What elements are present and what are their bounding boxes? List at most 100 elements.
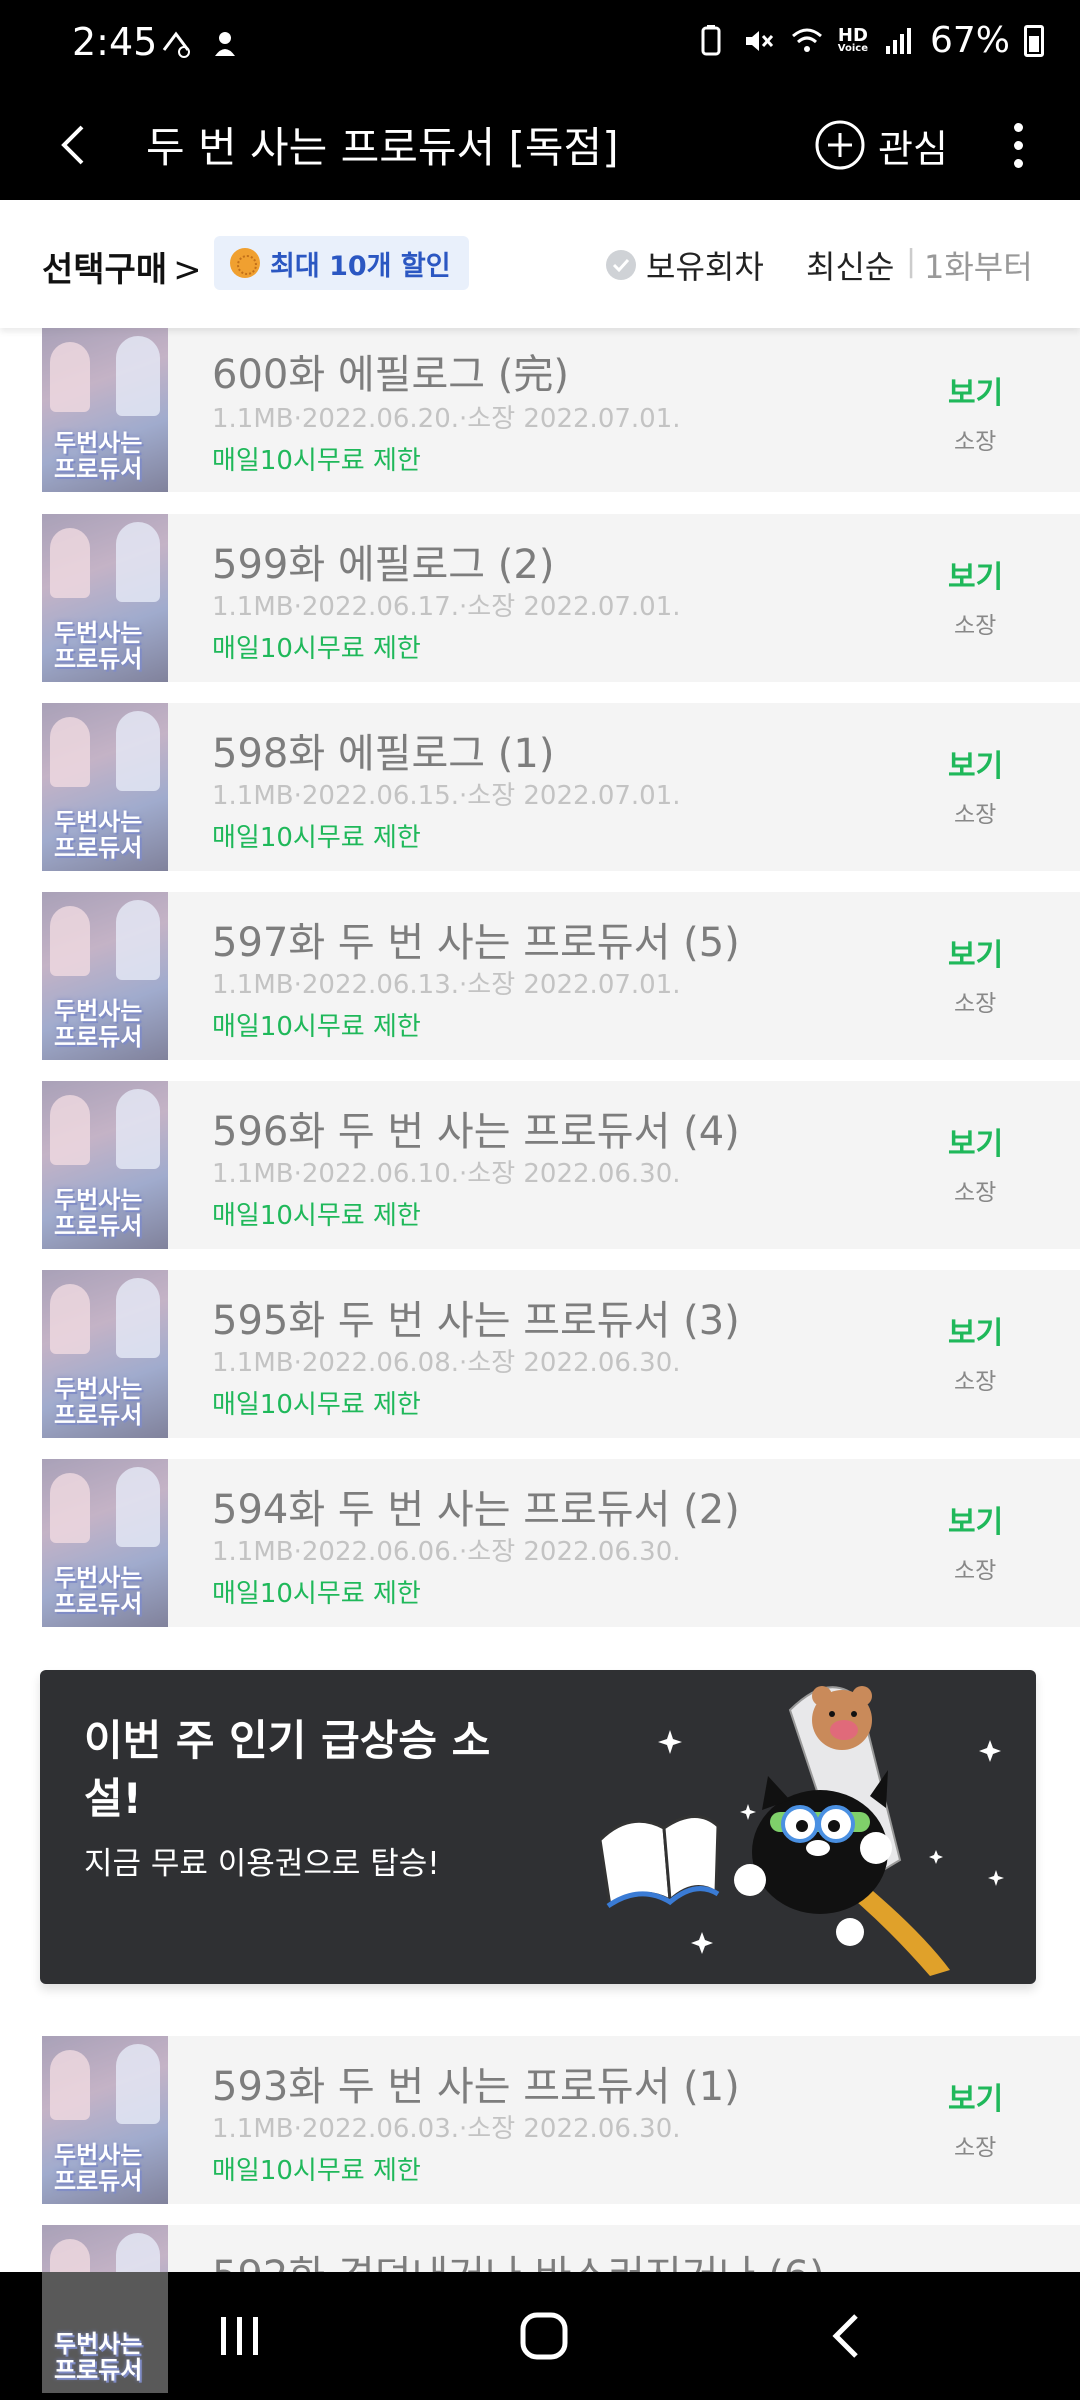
episode-meta: 1.1MB·2022.06.20.·소장 2022.07.01. [212, 404, 681, 434]
episode-meta: 1.1MB·2022.06.10.·소장 2022.06.30. [212, 1159, 681, 1189]
sort-latest-button[interactable]: 최신순 [806, 242, 894, 288]
free-limit-label: 매일10시무료 제한 [212, 634, 421, 664]
episode-title: 598화 에필로그 (1) [212, 731, 555, 777]
recents-icon [221, 2317, 258, 2355]
episode-thumbnail: 두번사는 프로듀서 [42, 328, 168, 492]
view-button[interactable]: 보기 [948, 368, 1003, 412]
banner-title: 이번 주 인기 급상승 소설! [84, 1716, 491, 1823]
discount-label: 최대 10개 할인 [270, 250, 451, 282]
status-time: 2:45 [72, 20, 158, 64]
episode-row[interactable]: 두번사는 프로듀서 596화 두 번 사는 프로듀서 (4) 1.1MB·2022… [42, 1081, 1080, 1249]
episode-row[interactable]: 두번사는 프로듀서 594화 두 번 사는 프로듀서 (2) 1.1MB·2022… [42, 1459, 1080, 1627]
plus-circle-icon [815, 120, 865, 170]
battery-percent: 67% [929, 20, 1010, 61]
episode-title: 597화 두 번 사는 프로듀서 (5) [212, 920, 740, 966]
discount-badge[interactable]: 최대 10개 할인 [214, 236, 469, 290]
owned-label: 소장 [954, 1369, 997, 1395]
owned-label: 소장 [954, 429, 997, 455]
nav-back-button[interactable] [786, 2296, 906, 2376]
free-limit-label: 매일10시무료 제한 [212, 823, 421, 853]
mute-icon [745, 30, 773, 51]
wifi-calling-icon [162, 31, 190, 58]
select-buy-button[interactable]: 선택구매 > [42, 242, 202, 291]
status-right-icons: HD Voice 67% [694, 20, 1044, 61]
status-left-icons [160, 26, 242, 60]
view-button[interactable]: 보기 [948, 1308, 1003, 1352]
check-circle-icon [606, 250, 636, 280]
episode-title: 596화 두 번 사는 프로듀서 (4) [212, 1109, 740, 1155]
owned-label: 소장 [954, 991, 997, 1017]
owned-label: 소장 [954, 802, 997, 828]
signal-icon [885, 27, 911, 54]
episode-meta: 1.1MB·2022.06.15.·소장 2022.07.01. [212, 781, 681, 811]
owned-label: 소장 [954, 613, 997, 639]
episode-title: 599화 에필로그 (2) [212, 542, 555, 588]
back-button[interactable] [40, 112, 106, 178]
back-icon [832, 2314, 858, 2358]
episode-thumbnail: 두번사는 프로듀서 [42, 892, 168, 1060]
episode-meta: 1.1MB·2022.06.06.·소장 2022.06.30. [212, 1537, 681, 1567]
episode-meta: 1.1MB·2022.06.08.·소장 2022.06.30. [212, 1348, 681, 1378]
notification-app-icon [215, 32, 235, 56]
episode-title: 595화 두 번 사는 프로듀서 (3) [212, 1298, 740, 1344]
episode-row[interactable]: 두번사는 프로듀서 597화 두 번 사는 프로듀서 (5) 1.1MB·2022… [42, 892, 1080, 1060]
sort-divider: | [906, 244, 917, 279]
episode-row[interactable]: 두번사는 프로듀서 598화 에필로그 (1) 1.1MB·2022.06.15.… [42, 703, 1080, 871]
battery-saver-icon [701, 24, 721, 55]
episode-thumbnail: 두번사는 프로듀서 [42, 2225, 168, 2393]
banner-subtitle: 지금 무료 이용권으로 탑승! [84, 1846, 440, 1882]
chevron-right-icon: > [173, 250, 202, 290]
battery-icon [1024, 24, 1044, 57]
promo-banner[interactable]: 이번 주 인기 급상승 소설! 지금 무료 이용권으로 탑승! [40, 1670, 1036, 1984]
voice-label: Voice [837, 42, 868, 54]
home-icon [520, 2312, 568, 2360]
nav-recents-button[interactable] [180, 2296, 300, 2376]
sort-first-button[interactable]: 1화부터 [924, 242, 1033, 288]
select-buy-label: 선택구매 [42, 250, 168, 290]
view-button[interactable]: 보기 [948, 1497, 1003, 1541]
view-button[interactable]: 보기 [948, 1119, 1003, 1163]
owned-episodes-label: 보유회차 [646, 248, 764, 286]
episode-row[interactable]: 두번사는 프로듀서 595화 두 번 사는 프로듀서 (3) 1.1MB·2022… [42, 1270, 1080, 1438]
episode-title: 600화 에필로그 (完) [212, 352, 569, 398]
status-bar: 2:45 HD Voice 67% [0, 0, 1080, 90]
episode-thumbnail: 두번사는 프로듀서 [42, 1270, 168, 1438]
episode-meta: 1.1MB·2022.06.03.·소장 2022.06.30. [212, 2114, 681, 2144]
filter-bar: 선택구매 > 최대 10개 할인 보유회차 최신순 | 1화부터 [0, 200, 1080, 328]
hd-label: HD [837, 24, 868, 46]
favorite-button[interactable]: 관심 [814, 108, 948, 182]
episode-thumbnail: 두번사는 프로듀서 [42, 1081, 168, 1249]
free-limit-label: 매일10시무료 제한 [212, 1201, 421, 1231]
free-limit-label: 매일10시무료 제한 [212, 1390, 421, 1420]
nav-home-button[interactable] [484, 2296, 604, 2376]
episode-row[interactable]: 두번사는 프로듀서 593화 두 번 사는 프로듀서 (1) 1.1MB·2022… [42, 2036, 1080, 2204]
episode-thumbnail: 두번사는 프로듀서 [42, 703, 168, 871]
coin-icon [230, 248, 260, 278]
rocket-cat-illustration [600, 1686, 1004, 1976]
episode-title: 593화 두 번 사는 프로듀서 (1) [212, 2064, 740, 2110]
owned-episodes-toggle[interactable]: 보유회차 [606, 242, 764, 288]
free-limit-label: 매일10시무료 제한 [212, 1579, 421, 1609]
owned-label: 소장 [954, 1180, 997, 1206]
app-header: 두 번 사는 프로듀서 [독점] 관심 [0, 90, 1080, 200]
episode-meta: 1.1MB·2022.06.17.·소장 2022.07.01. [212, 592, 681, 622]
episode-meta: 1.1MB·2022.06.13.·소장 2022.07.01. [212, 970, 681, 1000]
more-button[interactable] [996, 108, 1040, 182]
view-button[interactable]: 보기 [948, 741, 1003, 785]
episode-row[interactable]: 두번사는 프로듀서 600화 에필로그 (完) 1.1MB·2022.06.20.… [42, 328, 1080, 492]
free-limit-label: 매일10시무료 제한 [212, 446, 421, 476]
episode-row[interactable]: 두번사는 프로듀서 599화 에필로그 (2) 1.1MB·2022.06.17.… [42, 514, 1080, 682]
wifi-icon [791, 28, 822, 52]
view-button[interactable]: 보기 [948, 552, 1003, 596]
owned-label: 소장 [954, 2135, 997, 2161]
free-limit-label: 매일10시무료 제한 [212, 2156, 421, 2186]
episode-thumbnail: 두번사는 프로듀서 [42, 1459, 168, 1627]
view-button[interactable]: 보기 [948, 2074, 1003, 2118]
chevron-left-icon [61, 125, 84, 165]
episode-thumbnail: 두번사는 프로듀서 [42, 2036, 168, 2204]
view-button[interactable]: 보기 [948, 930, 1003, 974]
owned-label: 소장 [954, 1558, 997, 1584]
episode-title: 594화 두 번 사는 프로듀서 (2) [212, 1487, 740, 1533]
page-title: 두 번 사는 프로듀서 [독점] [146, 123, 619, 172]
free-limit-label: 매일10시무료 제한 [212, 1012, 421, 1042]
